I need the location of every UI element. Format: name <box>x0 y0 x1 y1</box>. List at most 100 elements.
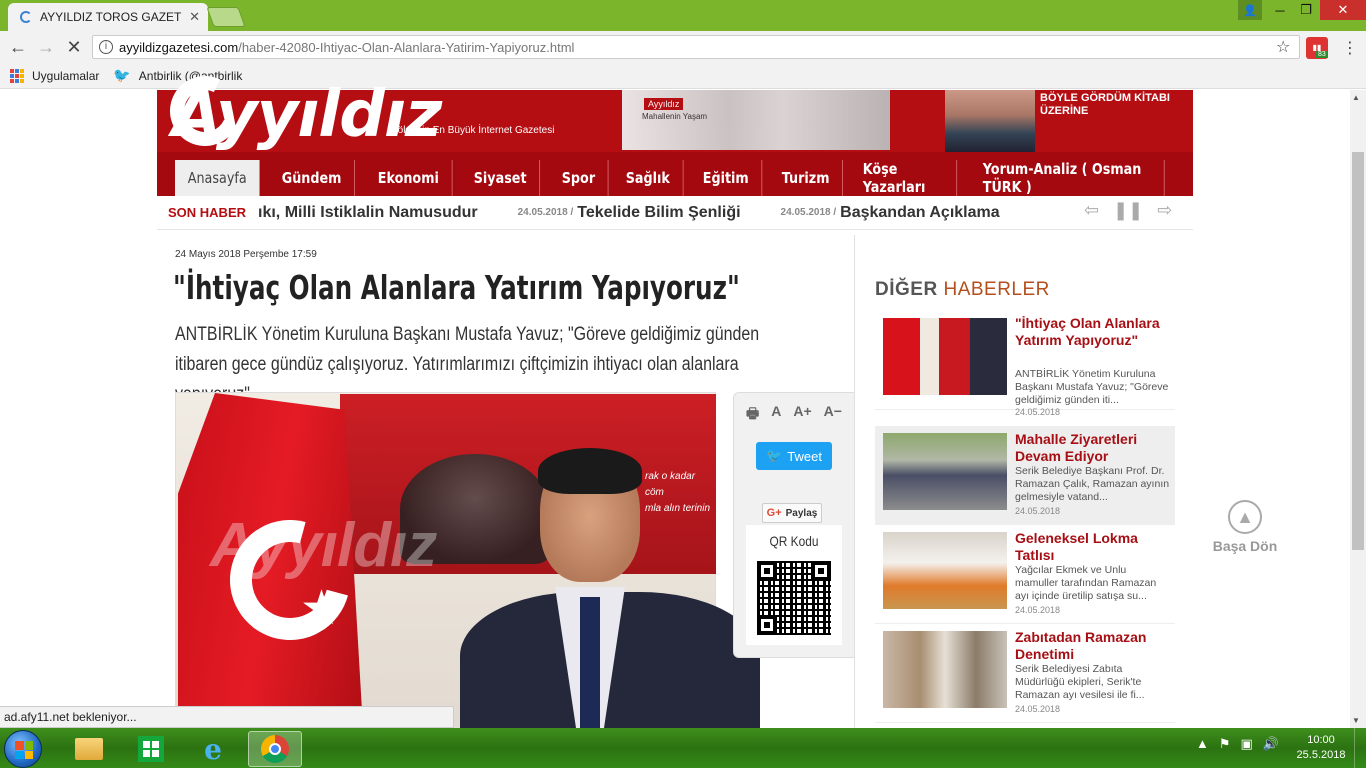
font-increase-button[interactable]: A+ <box>793 403 811 427</box>
internet-explorer-icon: e <box>204 732 222 766</box>
news-thumbnail <box>883 631 1007 708</box>
forward-icon[interactable]: → <box>32 37 60 58</box>
sidebar-title-part: DİĞER <box>875 279 938 300</box>
print-icon[interactable]: 🖶 <box>746 403 759 427</box>
site-logo[interactable]: Ayyıldız <box>172 78 442 152</box>
site-info-icon[interactable]: i <box>99 40 113 54</box>
font-reset-button[interactable]: A <box>771 403 781 427</box>
nav-spor[interactable]: Spor <box>549 160 609 196</box>
ticker-prev-icon[interactable]: ⇦ <box>1084 200 1099 221</box>
stop-icon[interactable]: ✕ <box>60 37 88 58</box>
tweet-button[interactable]: 🐦 Tweet <box>756 442 832 470</box>
scroll-up-icon[interactable]: ▲ <box>1352 93 1360 102</box>
taskbar-ie[interactable]: e <box>186 731 240 767</box>
sidebar-divider <box>854 235 855 728</box>
new-tab-button[interactable] <box>206 7 246 27</box>
ticker-date: 24.05.2018 / <box>517 207 574 218</box>
news-desc: Serik Belediye Başkanı Prof. Dr. Ramazan… <box>1015 465 1170 503</box>
nav-ekonomi[interactable]: Ekonomi <box>365 160 453 196</box>
news-date: 24.05.2018 <box>1015 704 1061 714</box>
nav-saglik[interactable]: Sağlık <box>613 160 684 196</box>
qr-code <box>757 561 831 635</box>
news-card[interactable]: "İhtiyaç Olan Alanlara Yatırım Yapıyoruz… <box>875 311 1175 417</box>
news-date: 24.05.2018 <box>1015 605 1061 615</box>
browser-tab[interactable]: AYYILDIZ TOROS GAZETE ✕ <box>8 3 208 31</box>
back-icon[interactable]: ← <box>4 37 32 58</box>
twitter-icon: 🐦 <box>113 67 131 83</box>
bookmark-apps[interactable]: Uygulamalar <box>32 69 99 83</box>
text-tools: 🖶 A A+ A− <box>746 403 842 427</box>
ticker-item[interactable]: ıkı, Milli Istiklalin Namusudur <box>258 204 478 222</box>
news-title: Geleneksel Lokma Tatlısı <box>1015 530 1138 563</box>
windows-logo-icon <box>15 741 33 759</box>
font-decrease-button[interactable]: A− <box>824 403 842 427</box>
browser-menu-icon[interactable]: ⋮ <box>1342 38 1358 58</box>
flag-icon[interactable]: ⚑ <box>1219 736 1231 752</box>
google-plus-share-button[interactable]: G+ Paylaş <box>762 503 822 523</box>
apps-icon[interactable] <box>10 68 24 83</box>
nav-gundem[interactable]: Gündem <box>269 160 356 196</box>
nav-anasayfa[interactable]: Anasayfa <box>175 160 261 196</box>
nav-turizm[interactable]: Turizm <box>769 160 843 196</box>
news-card[interactable]: Mahalle Ziyaretleri Devam Ediyor Serik B… <box>875 426 1175 525</box>
taskbar-store[interactable] <box>124 731 178 767</box>
start-button[interactable] <box>4 730 42 768</box>
minimize-button[interactable]: ─ <box>1266 0 1294 20</box>
ticker-next-icon[interactable]: ⇨ <box>1157 200 1172 221</box>
banner-paper-text: Mahallenin Yaşam <box>642 112 708 121</box>
nav-kose-yazarlari[interactable]: Köşe Yazarları <box>850 160 958 196</box>
close-window-button[interactable]: ✕ <box>1320 0 1366 20</box>
nav-yorum-analiz[interactable]: Yorum-Analiz ( Osman TÜRK ) <box>970 160 1165 196</box>
news-date: 24.05.2018 <box>1015 407 1061 417</box>
system-tray: ▲ ⚑ ▣ 🔊 <box>1196 736 1279 752</box>
nav-siyaset[interactable]: Siyaset <box>461 160 541 196</box>
ticker-item-text: Başkandan Açıklama <box>840 203 1000 221</box>
taskbar-chrome[interactable] <box>248 731 302 767</box>
news-thumbnail <box>883 532 1007 609</box>
scroll-down-icon[interactable]: ▼ <box>1352 716 1360 725</box>
nav-egitim[interactable]: Eğitim <box>690 160 763 196</box>
news-card[interactable]: Zabıtadan Ramazan Denetimi Serik Belediy… <box>875 624 1175 723</box>
show-desktop-button[interactable] <box>1354 728 1366 768</box>
bookmark-star-icon[interactable]: ☆ <box>1276 37 1290 57</box>
address-bar[interactable]: i ayyildizgazetesi.com/haber-42080-Ihtiy… <box>92 35 1300 59</box>
news-title: Zabıtadan Ramazan Denetimi <box>1015 629 1147 662</box>
loading-icon <box>20 11 32 23</box>
news-thumbnail <box>883 318 1007 395</box>
newspaper-banner[interactable]: Ayyıldız Mahallenin Yaşam <box>622 90 890 150</box>
network-icon[interactable]: ▣ <box>1241 736 1253 752</box>
ticker-item[interactable]: Tekelide Bilim Şenliği <box>577 204 740 222</box>
qr-label: QR Kodu <box>769 533 819 549</box>
taskbar-explorer[interactable] <box>62 731 116 767</box>
tab-close-icon[interactable]: ✕ <box>189 9 200 25</box>
clock[interactable]: 10:00 25.5.2018 <box>1296 733 1346 763</box>
promo-photo[interactable] <box>945 90 1035 152</box>
news-ticker: SON HABER ıkı, Milli Istiklalin Namusudu… <box>157 196 1193 230</box>
extension-badge: 83 <box>1316 51 1328 58</box>
arrow-up-icon: ▲ <box>1228 500 1262 534</box>
ticker-pause-icon[interactable]: ❚❚ <box>1113 200 1143 221</box>
clock-date: 25.5.2018 <box>1296 749 1346 761</box>
flag-star-icon: ★ <box>300 582 344 635</box>
user-profile-icon[interactable]: 👤 <box>1238 0 1262 20</box>
ticker-label: SON HABER <box>168 205 247 220</box>
status-bubble: ad.afy11.net bekleniyor... <box>0 706 454 728</box>
ticker-controls: ⇦ ❚❚ ⇨ <box>1084 200 1172 221</box>
tray-expand-icon[interactable]: ▲ <box>1196 736 1209 752</box>
restore-button[interactable]: ❐ <box>1292 0 1320 20</box>
news-thumbnail <box>883 433 1007 510</box>
volume-icon[interactable]: 🔊 <box>1263 736 1279 752</box>
url-domain: ayyildizgazetesi.com <box>119 39 239 55</box>
ticker-date: 24.05.2018 / <box>780 207 837 218</box>
scrollbar-thumb[interactable] <box>1352 152 1364 550</box>
chrome-icon <box>261 735 289 763</box>
back-to-top-button[interactable]: ▲ Başa Dön <box>1205 500 1285 554</box>
sidebar-title-part: HABERLER <box>943 279 1050 300</box>
tweet-label: Tweet <box>787 448 822 464</box>
tab-title: AYYILDIZ TOROS GAZETE <box>40 10 182 24</box>
ticker-item[interactable]: Başkandan Açıklama <box>840 204 999 222</box>
article-title: "İhtiyaç Olan Alanlara Yatırım Yapıyoruz… <box>173 268 740 307</box>
news-date: 24.05.2018 <box>1015 506 1061 516</box>
promo-text[interactable]: BÖYLE GÖRDÜM KİTABI ÜZERİNE <box>1040 92 1180 118</box>
news-card[interactable]: Geleneksel Lokma Tatlısı Yağcılar Ekmek … <box>875 525 1175 624</box>
